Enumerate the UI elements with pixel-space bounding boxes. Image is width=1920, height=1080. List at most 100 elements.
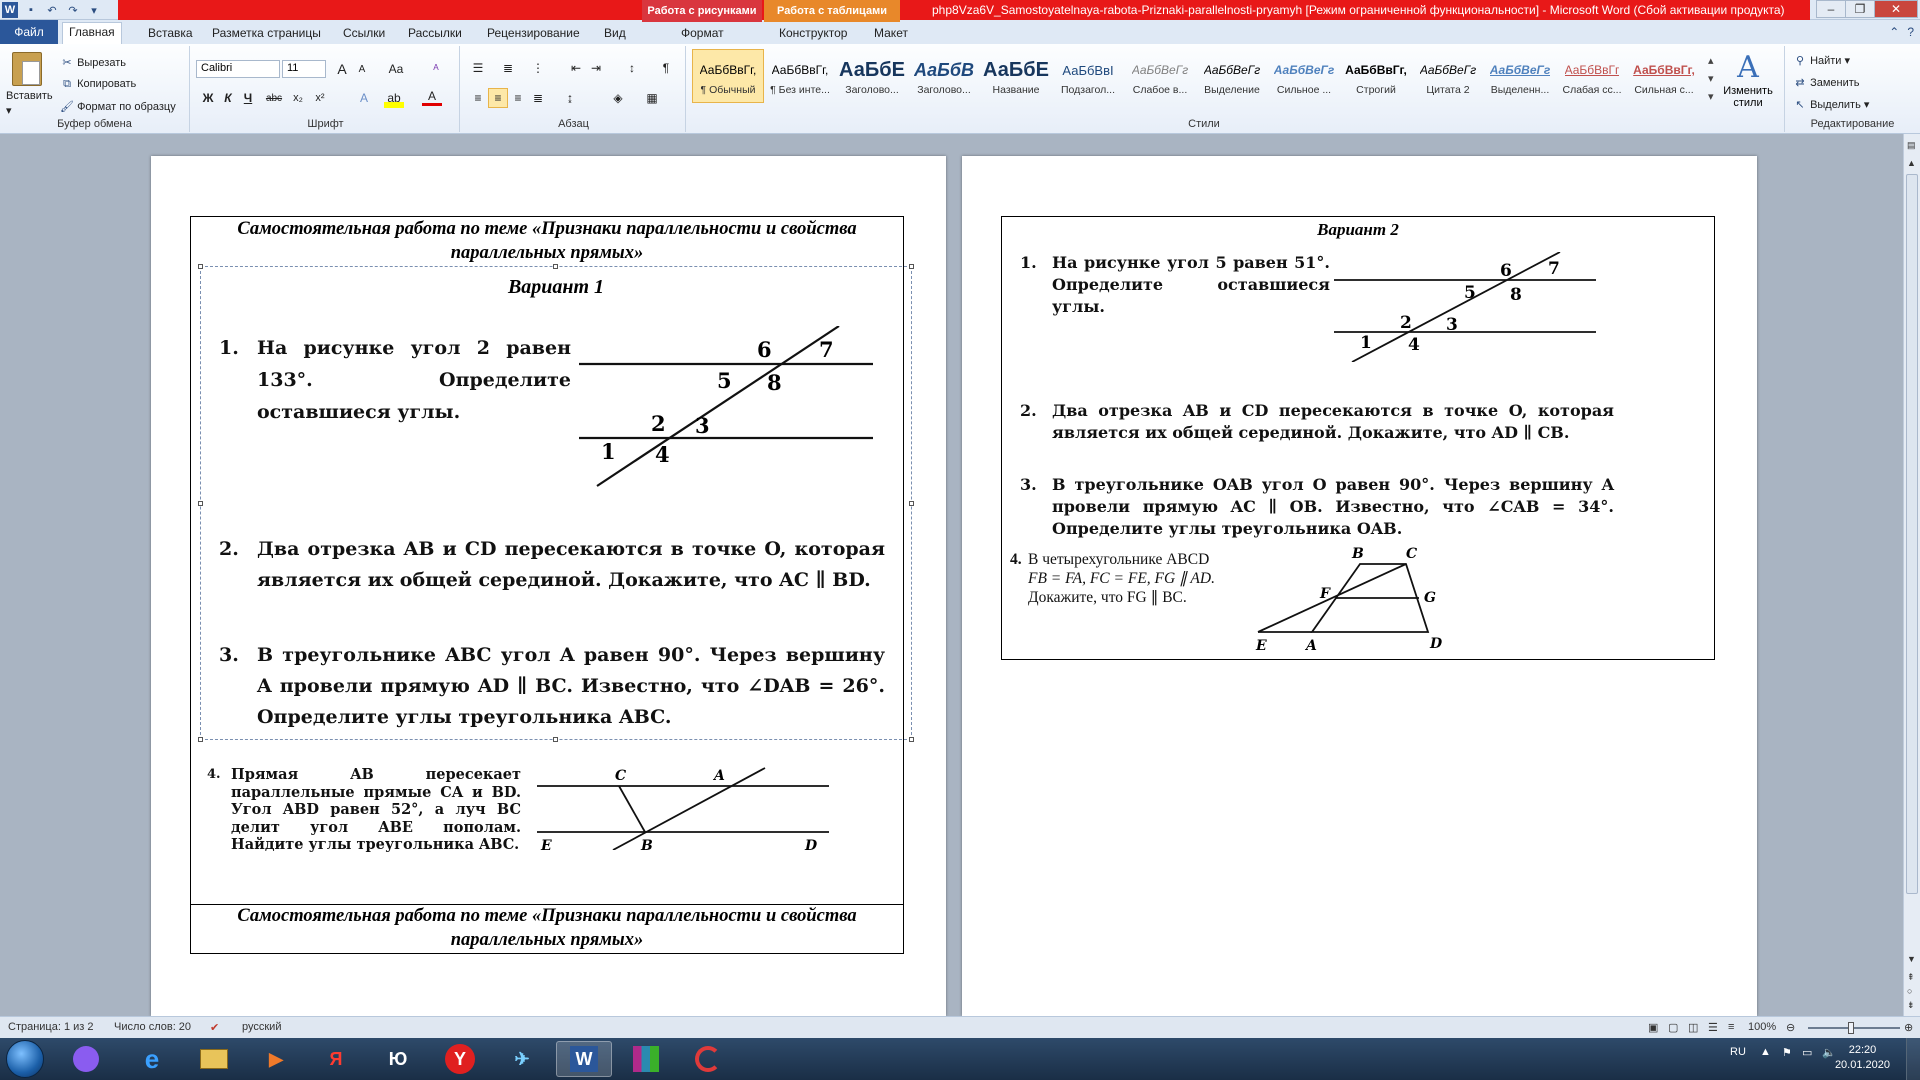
customize-qat-icon[interactable]: ▾ [86, 2, 102, 18]
scroll-thumb[interactable] [1906, 174, 1918, 894]
sort-icon[interactable]: ↕ [622, 58, 642, 78]
style-item[interactable]: АаБбВвІ Подзагол... [1052, 49, 1124, 103]
paste-button[interactable]: Вставить [6, 90, 53, 102]
align-left-icon[interactable]: ≡ [468, 88, 488, 108]
draft-view-icon[interactable]: ≡ [1728, 1021, 1734, 1033]
word-app-icon[interactable]: W [2, 2, 18, 18]
style-item[interactable]: АаБбВеГг Сильное ... [1268, 49, 1340, 103]
browse-object-icon[interactable]: ○ [1907, 986, 1912, 996]
show-formatting-button[interactable]: ¶ [656, 58, 676, 78]
change-case-button[interactable]: Aa [386, 59, 406, 79]
web-layout-view-icon[interactable]: ◫ [1688, 1021, 1698, 1034]
numbering-icon[interactable]: ≣ [498, 58, 518, 78]
styles-scroll-down-icon[interactable]: ▾ [1708, 72, 1714, 85]
zoom-level[interactable]: 100% [1748, 1021, 1776, 1033]
justify-icon[interactable]: ≣ [528, 88, 548, 108]
styles-more-icon[interactable]: ▾ [1708, 90, 1714, 103]
scroll-up-icon[interactable]: ▲ [1907, 158, 1916, 168]
tab-layout[interactable]: Макет [868, 24, 914, 42]
style-item[interactable]: АаБбВвГг, ¶ Обычный [692, 49, 764, 103]
tab-insert[interactable]: Вставка [142, 24, 199, 42]
tab-review[interactable]: Рецензирование [481, 24, 586, 42]
style-item[interactable]: АаБбВеГг Цитата 2 [1412, 49, 1484, 103]
proofing-icon[interactable]: ✔ [210, 1021, 219, 1034]
bold-button[interactable]: Ж [198, 88, 218, 108]
zoom-out-icon[interactable]: ⊖ [1786, 1021, 1795, 1034]
restore-icon[interactable]: ❐ [1845, 0, 1875, 18]
document-page-2[interactable]: Вариант 2 1. На рисунке угол 5 равен 51°… [962, 156, 1757, 1016]
font-name-combo[interactable]: Calibri [196, 60, 280, 78]
tab-references[interactable]: Ссылки [337, 24, 391, 42]
page-count[interactable]: Страница: 1 из 2 [8, 1021, 94, 1033]
resize-handle[interactable] [909, 264, 914, 269]
vertical-scrollbar[interactable]: ▤ ▲ ▼ ⇞ ○ ⇟ [1903, 134, 1920, 1016]
select-button[interactable]: ↖ Выделить ▾ [1793, 98, 1869, 111]
format-painter-button[interactable]: 🖌 Формат по образцу [60, 100, 176, 113]
style-item[interactable]: АаБбВвГг, Сильная с... [1628, 49, 1700, 103]
style-item[interactable]: АаБбВеГг Выделение [1196, 49, 1268, 103]
line-spacing-icon[interactable]: ↨ [560, 88, 580, 108]
alice-icon[interactable] [58, 1041, 114, 1077]
underline-button[interactable]: Ч [238, 88, 258, 108]
minimize-ribbon-icon[interactable]: ⌃ [1889, 25, 1899, 39]
style-item[interactable]: АаБбВвГг, Строгий [1340, 49, 1412, 103]
paste-dropdown-icon[interactable]: ▾ [6, 104, 12, 117]
volume-icon[interactable]: 🔈 [1822, 1046, 1836, 1059]
replace-button[interactable]: ⇄ Заменить [1793, 76, 1859, 89]
increase-indent-icon[interactable]: ⇥ [586, 58, 606, 78]
resize-handle[interactable] [198, 264, 203, 269]
full-screen-view-icon[interactable]: ▢ [1668, 1021, 1678, 1034]
resize-handle[interactable] [198, 501, 203, 506]
paste-icon[interactable] [12, 52, 42, 86]
previous-page-icon[interactable]: ⇞ [1907, 972, 1915, 983]
tab-design[interactable]: Конструктор [773, 24, 853, 42]
font-size-combo[interactable]: 11 [282, 60, 326, 78]
yu-app-icon[interactable]: Ю [370, 1041, 426, 1077]
ruler-toggle-icon[interactable]: ▤ [1907, 140, 1916, 151]
shrink-font-button[interactable]: A [352, 59, 372, 79]
resize-handle[interactable] [909, 501, 914, 506]
strikethrough-button[interactable]: abc [264, 88, 284, 108]
tab-file[interactable]: Файл [0, 20, 58, 44]
internet-explorer-icon[interactable]: e [124, 1041, 180, 1077]
document-workarea[interactable]: Самостоятельная работа по теме «Признаки… [0, 134, 1903, 1016]
start-button[interactable] [6, 1040, 44, 1078]
resize-handle[interactable] [553, 737, 558, 742]
multilevel-list-icon[interactable]: ⋮ [528, 58, 548, 78]
style-item[interactable]: АаБбВеГг Слабое в... [1124, 49, 1196, 103]
borders-icon[interactable]: ▦ [642, 88, 662, 108]
media-player-icon[interactable]: ▶ [248, 1041, 304, 1077]
help-icon[interactable]: ? [1907, 25, 1914, 39]
zoom-slider[interactable] [1808, 1022, 1900, 1034]
grow-font-button[interactable]: A [332, 59, 352, 79]
tab-format[interactable]: Формат [675, 24, 730, 42]
document-page-1[interactable]: Самостоятельная работа по теме «Признаки… [151, 156, 946, 1016]
next-page-icon[interactable]: ⇟ [1907, 1000, 1915, 1011]
word-count[interactable]: Число слов: 20 [114, 1021, 191, 1033]
zoom-in-icon[interactable]: ⊕ [1904, 1021, 1913, 1034]
style-item[interactable]: АаБбВеГг Выделенн... [1484, 49, 1556, 103]
network-icon[interactable]: ▭ [1802, 1046, 1812, 1059]
resize-handle[interactable] [553, 264, 558, 269]
copy-button[interactable]: ⧉ Копировать [60, 78, 136, 91]
shading-icon[interactable]: ◈ [608, 88, 628, 108]
action-center-icon[interactable]: ⚑ [1782, 1046, 1792, 1059]
tab-mailings[interactable]: Рассылки [402, 24, 468, 42]
resize-handle[interactable] [909, 737, 914, 742]
superscript-button[interactable]: x² [310, 88, 330, 108]
find-button[interactable]: ⚲ Найти ▾ [1793, 54, 1850, 67]
tab-view[interactable]: Вид [598, 24, 632, 42]
text-effects-icon[interactable]: A [354, 88, 374, 108]
word-taskbar-button[interactable]: W [556, 1041, 612, 1077]
bullets-icon[interactable]: ☰ [468, 58, 488, 78]
style-item[interactable]: АаБбВ Заголово... [908, 49, 980, 103]
close-icon[interactable]: ✕ [1874, 0, 1918, 18]
styles-scroll-up-icon[interactable]: ▴ [1708, 54, 1714, 67]
zoom-slider-knob[interactable] [1848, 1022, 1854, 1034]
style-item[interactable]: АаБбВвГг Слабая сс... [1556, 49, 1628, 103]
print-layout-view-icon[interactable]: ▣ [1648, 1021, 1658, 1034]
style-item[interactable]: АаБбЕ Заголово... [836, 49, 908, 103]
style-item[interactable]: АаБбЕ Название [980, 49, 1052, 103]
file-explorer-icon[interactable] [186, 1041, 242, 1077]
tab-page-layout[interactable]: Разметка страницы [206, 24, 327, 42]
